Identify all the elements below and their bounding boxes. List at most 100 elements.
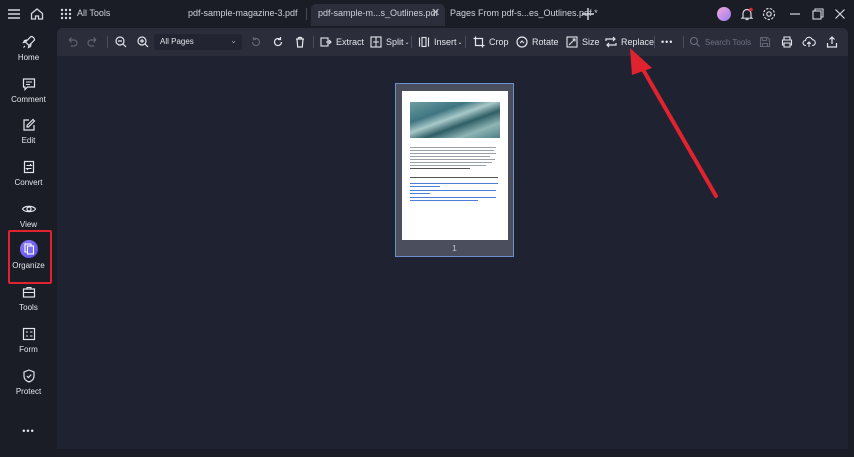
form-icon: [22, 327, 35, 341]
all-tools-icon[interactable]: [58, 6, 74, 22]
page-text-line: [410, 147, 496, 148]
search-tools-input[interactable]: Search Tools: [689, 28, 751, 56]
sidebar-item-form[interactable]: Form: [0, 326, 57, 364]
rocket-icon: [21, 35, 35, 49]
crop-icon: [473, 36, 485, 48]
rotate-left-icon[interactable]: [249, 28, 266, 56]
convert-icon: [23, 160, 34, 174]
comment-icon: [22, 78, 35, 91]
delete-icon[interactable]: [293, 28, 310, 56]
print-icon[interactable]: [780, 28, 797, 56]
extract-label: Extract: [336, 37, 365, 47]
insert-icon: [418, 36, 430, 48]
rotate-label: Rotate: [532, 37, 559, 47]
undo-icon[interactable]: [65, 28, 82, 56]
more-options-button[interactable]: •••: [661, 28, 673, 56]
sidebar-label-protect: Protect: [15, 387, 42, 396]
close-window-icon[interactable]: [832, 6, 848, 22]
share-icon[interactable]: [825, 28, 842, 56]
extract-button[interactable]: Extract: [319, 28, 364, 56]
split-icon: [370, 36, 382, 48]
document-canvas: 1: [57, 56, 848, 449]
sidebar-label-view: View: [19, 220, 38, 229]
page-text-line: [410, 156, 490, 157]
close-tab-icon[interactable]: ✕: [431, 8, 440, 19]
page-link-line: [410, 186, 440, 187]
menu-icon[interactable]: [6, 6, 22, 22]
page-wave-image: [410, 102, 500, 138]
title-bar: All Tools pdf-sample-magazine-3.pdf pdf-…: [0, 0, 854, 28]
chevron-down-icon: ⌄: [457, 39, 463, 46]
search-icon: [689, 36, 700, 47]
sidebar-item-home[interactable]: Home: [0, 34, 57, 72]
page-subheading: [410, 177, 498, 178]
toolbar-divider: [107, 36, 108, 48]
search-placeholder: Search Tools: [705, 37, 752, 47]
toolbar-divider: [411, 36, 412, 48]
zoom-in-icon[interactable]: [136, 28, 153, 56]
replace-label: Replace: [621, 37, 655, 47]
toolbox-icon: [22, 286, 35, 298]
tab-pdf-sample-magazine[interactable]: pdf-sample-magazine-3.pdf: [188, 8, 298, 18]
tab-divider: [306, 8, 307, 20]
crop-button[interactable]: Crop: [472, 28, 509, 56]
edit-icon: [22, 118, 35, 131]
home-icon[interactable]: [29, 6, 45, 22]
notification-bell-icon[interactable]: [739, 6, 755, 22]
refresh-icon[interactable]: [271, 28, 288, 56]
sidebar-item-convert[interactable]: Convert: [0, 159, 57, 197]
split-label: Split: [386, 37, 404, 47]
sidebar-label-convert: Convert: [14, 178, 43, 187]
zoom-out-icon[interactable]: [114, 28, 131, 56]
sidebar-item-tools[interactable]: Tools: [0, 284, 57, 322]
page-size-icon: [566, 36, 578, 48]
sidebar-item-edit[interactable]: Edit: [0, 117, 57, 155]
page-text-line: [410, 153, 496, 154]
all-tools-label[interactable]: All Tools: [77, 8, 110, 18]
sidebar-item-comment[interactable]: Comment: [0, 76, 57, 114]
rotate-button[interactable]: Rotate: [515, 28, 559, 56]
page-thumbnail[interactable]: 1: [395, 83, 514, 257]
page-link-line: [410, 183, 498, 184]
page-text-line: [410, 162, 492, 163]
insert-button[interactable]: Insert ⌄: [417, 28, 463, 56]
shield-icon: [22, 369, 35, 383]
split-button[interactable]: Split ⌄: [369, 28, 410, 56]
page-number: 1: [452, 244, 457, 253]
page-range-select[interactable]: All Pages ⌄: [154, 34, 242, 50]
toolbar-divider: [654, 36, 655, 48]
new-tab-icon[interactable]: [580, 6, 596, 22]
replace-button[interactable]: Replace: [604, 28, 654, 56]
chevron-down-icon: ⌄: [230, 36, 237, 45]
replace-icon: [605, 36, 617, 48]
insert-label: Insert: [434, 37, 457, 47]
cloud-upload-icon[interactable]: [802, 28, 819, 56]
rotate-icon: [516, 36, 528, 48]
crop-label: Crop: [489, 37, 509, 47]
extract-icon: [320, 37, 332, 47]
avatar[interactable]: [716, 6, 732, 22]
eye-icon: [21, 205, 36, 213]
sidebar-label-home: Home: [17, 53, 40, 62]
sidebar-label-form: Form: [19, 345, 38, 354]
page-link-line: [410, 190, 496, 191]
size-button[interactable]: Size: [565, 28, 600, 56]
sidebar-label-tools: Tools: [19, 303, 38, 312]
sidebar-more-button[interactable]: •••: [0, 426, 57, 457]
restore-icon[interactable]: [810, 6, 826, 22]
minimize-icon[interactable]: [787, 6, 803, 22]
page-link-line: [410, 193, 430, 194]
size-label: Size: [582, 37, 600, 47]
organize-highlight-box: [8, 230, 52, 284]
save-icon[interactable]: [758, 28, 775, 56]
sidebar-item-protect[interactable]: Protect: [0, 368, 57, 406]
toolbar-divider: [683, 36, 684, 48]
sidebar-label-comment: Comment: [11, 95, 46, 104]
page-text-line: [410, 159, 495, 160]
tab-pages-from[interactable]: Pages From pdf-s...es_Outlines.pdf *: [450, 8, 598, 18]
toolbar-divider: [313, 36, 314, 48]
settings-gear-icon[interactable]: [761, 6, 777, 22]
organize-toolbar: All Pages ⌄ Extract Split ⌄ Insert ⌄ Crop …: [57, 28, 848, 56]
redo-icon[interactable]: [86, 28, 103, 56]
tab-pdf-sample-outlines[interactable]: pdf-sample-m...s_Outlines.pdf: [318, 8, 438, 18]
